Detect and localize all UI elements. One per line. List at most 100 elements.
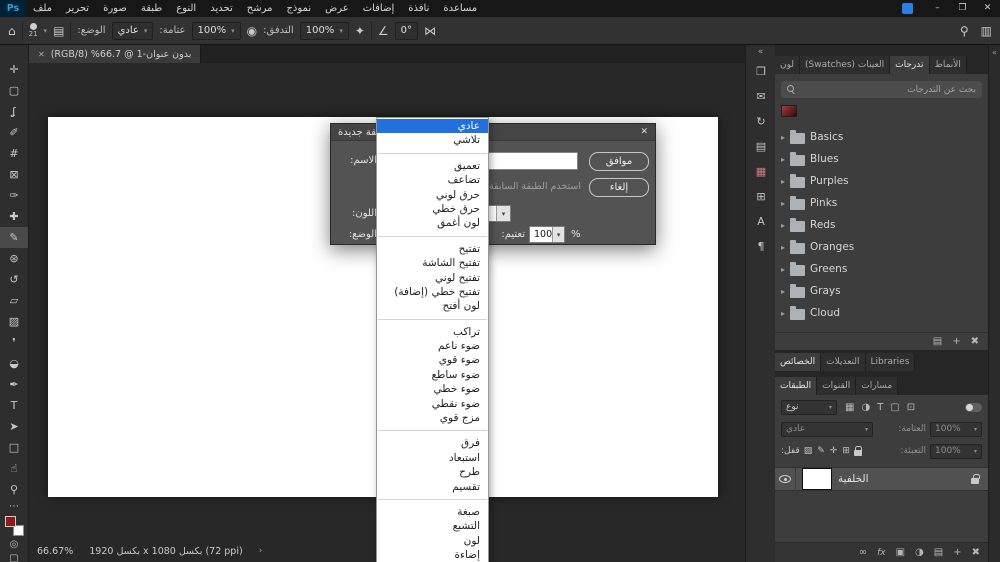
- menu-bar-item[interactable]: طبقة: [134, 0, 169, 17]
- menu-bar-item[interactable]: تحديد: [203, 0, 240, 17]
- blend-mode-option[interactable]: تلاشي: [377, 133, 488, 147]
- menu-bar-item[interactable]: النوع: [169, 0, 203, 17]
- history-panel-icon[interactable]: ↻: [746, 109, 776, 134]
- frame-tool[interactable]: ⊠: [0, 164, 28, 185]
- menu-bar-item[interactable]: عرض: [318, 0, 356, 17]
- dodge-tool[interactable]: ◒: [0, 353, 28, 374]
- ok-button[interactable]: موافق: [589, 152, 649, 171]
- gradient-folder-row[interactable]: ▸ Greens: [775, 258, 988, 280]
- blend-mode-option[interactable]: طرح: [377, 465, 488, 479]
- blend-mode-option[interactable]: استبعاد: [377, 451, 488, 465]
- gradient-folder-row[interactable]: ▸ Purples: [775, 170, 988, 192]
- current-gradient-swatch[interactable]: [781, 105, 797, 117]
- blend-mode-option[interactable]: تفتيح خطي (إضافة): [377, 285, 488, 299]
- libraries-panel-icon[interactable]: ⊞: [746, 184, 776, 209]
- eyedropper-tool[interactable]: ✑: [0, 185, 28, 206]
- color-swatches[interactable]: [5, 516, 24, 536]
- blend-mode-option[interactable]: تراكب: [377, 325, 488, 339]
- crop-tool[interactable]: #: [0, 143, 28, 164]
- chevron-right-icon[interactable]: ▸: [781, 243, 785, 252]
- layer-locked-icon[interactable]: [971, 478, 979, 484]
- layer-style-icon[interactable]: fx: [877, 548, 886, 558]
- paragraph-panel-icon[interactable]: ¶: [746, 234, 776, 259]
- add-mask-icon[interactable]: ▣: [896, 547, 905, 558]
- lock-image-icon[interactable]: ✎: [817, 446, 825, 456]
- blend-mode-option[interactable]: لون أفتح: [377, 299, 488, 313]
- blend-mode-option[interactable]: تفتيح: [377, 242, 488, 256]
- lock-all-icon[interactable]: [854, 450, 862, 456]
- layer-thumbnail[interactable]: [802, 468, 832, 490]
- layer-blend-mode-select[interactable]: عادي ▾: [781, 422, 873, 437]
- blend-mode-option[interactable]: ضوء نقطي: [377, 397, 488, 411]
- panel-tab[interactable]: الخصائص: [775, 353, 821, 371]
- blend-mode-option[interactable]: التشبع: [377, 519, 488, 533]
- blend-mode-option[interactable]: تقسيم: [377, 480, 488, 494]
- spot-healing-brush-tool[interactable]: ✚: [0, 206, 28, 227]
- maximize-button[interactable]: ❐: [950, 0, 975, 17]
- brush-angle-select[interactable]: 0°: [395, 22, 418, 40]
- blend-mode-option[interactable]: تعميق: [377, 159, 488, 173]
- quick-mask-icon[interactable]: ◎: [10, 538, 19, 552]
- close-icon[interactable]: ✕: [640, 127, 648, 137]
- blend-mode-option[interactable]: لون أغمق: [377, 216, 488, 230]
- panel-tab[interactable]: Libraries: [866, 353, 916, 371]
- swatches-panel-icon[interactable]: ❒: [746, 59, 776, 84]
- document-tab[interactable]: ✕ بدون عنوان-1 @ 66.7% (RGB/8): [29, 45, 201, 63]
- collapse-panels-button[interactable]: «: [992, 48, 997, 57]
- chevron-down-icon[interactable]: ▾: [552, 227, 564, 242]
- layer-filter-kind-select[interactable]: نوع ▾: [781, 400, 837, 415]
- rectangular-marquee-tool[interactable]: ▢: [0, 80, 28, 101]
- chevron-right-icon[interactable]: ▸: [781, 177, 785, 186]
- gradient-folder-row[interactable]: ▸ Cloud: [775, 302, 988, 324]
- chevron-right-icon[interactable]: ▸: [781, 309, 785, 318]
- layer-opacity-select[interactable]: 100 ▾: [529, 226, 565, 243]
- gradient-folder-row[interactable]: ▸ Oranges: [775, 236, 988, 258]
- chevron-right-icon[interactable]: ▸: [781, 199, 785, 208]
- menu-bar-item[interactable]: مساعدة: [436, 0, 484, 17]
- blend-mode-option[interactable]: عادي: [377, 119, 488, 133]
- gradient-folder-row[interactable]: ▸ Reds: [775, 214, 988, 236]
- blend-mode-option[interactable]: صبغة: [377, 505, 488, 519]
- chevron-right-icon[interactable]: ▸: [781, 265, 785, 274]
- filter-type-layers-icon[interactable]: T: [877, 402, 883, 413]
- blend-mode-option[interactable]: حرق لوني: [377, 188, 488, 202]
- comments-panel-icon[interactable]: ✉: [746, 84, 776, 109]
- panel-tab[interactable]: القنوات: [817, 377, 856, 395]
- chevron-right-icon[interactable]: ▸: [781, 133, 785, 142]
- brush-settings-panel-icon[interactable]: ▤: [53, 25, 64, 37]
- close-tab-icon[interactable]: ✕: [38, 50, 45, 59]
- expand-panels-button[interactable]: «: [746, 45, 775, 59]
- type-tool[interactable]: T: [0, 395, 28, 416]
- gradient-folder-row[interactable]: ▸ Pinks: [775, 192, 988, 214]
- move-tool[interactable]: ✛: [0, 59, 28, 80]
- chevron-right-icon[interactable]: ▸: [781, 287, 785, 296]
- gradient-folder-row[interactable]: ▸ Basics: [775, 126, 988, 148]
- lock-position-icon[interactable]: ✛: [830, 446, 838, 456]
- symmetry-icon[interactable]: ⋈: [424, 25, 436, 37]
- flow-select[interactable]: 100% ▾: [300, 22, 349, 40]
- blend-mode-option[interactable]: ضوء ناعم: [377, 339, 488, 353]
- menu-bar-item[interactable]: تحرير: [59, 0, 96, 17]
- lasso-tool[interactable]: ʆ: [0, 101, 28, 122]
- home-icon[interactable]: ⌂: [8, 25, 16, 37]
- zoom-level-field[interactable]: 66.67%: [37, 546, 73, 557]
- blend-mode-option[interactable]: ضوء ساطع: [377, 368, 488, 382]
- blend-mode-option[interactable]: تضاعف: [377, 173, 488, 187]
- patterns-panel-icon[interactable]: ▦: [746, 159, 776, 184]
- lock-artboard-icon[interactable]: ⊞: [842, 446, 850, 456]
- filter-smart-objects-icon[interactable]: ⊡: [907, 402, 915, 413]
- minimize-button[interactable]: –: [925, 0, 950, 17]
- chevron-right-icon[interactable]: ▸: [781, 221, 785, 230]
- chevron-down-icon[interactable]: ▾: [44, 27, 48, 35]
- new-group-icon[interactable]: ▤: [934, 547, 943, 558]
- layer-filter-toggle[interactable]: [965, 403, 982, 412]
- blend-mode-option[interactable]: ضوء خطي: [377, 382, 488, 396]
- new-layer-icon[interactable]: +: [953, 547, 961, 558]
- blend-mode-option[interactable]: فرق: [377, 436, 488, 450]
- brush-tool[interactable]: ✎: [0, 227, 28, 248]
- gradient-search-input[interactable]: بحث عن التدرجات: [781, 81, 982, 98]
- rectangle-tool[interactable]: □: [0, 437, 28, 458]
- menu-bar-item[interactable]: ملف: [26, 0, 59, 17]
- blend-mode-option[interactable]: إضاءة: [377, 548, 488, 562]
- screen-mode-icon[interactable]: ▢: [9, 552, 18, 562]
